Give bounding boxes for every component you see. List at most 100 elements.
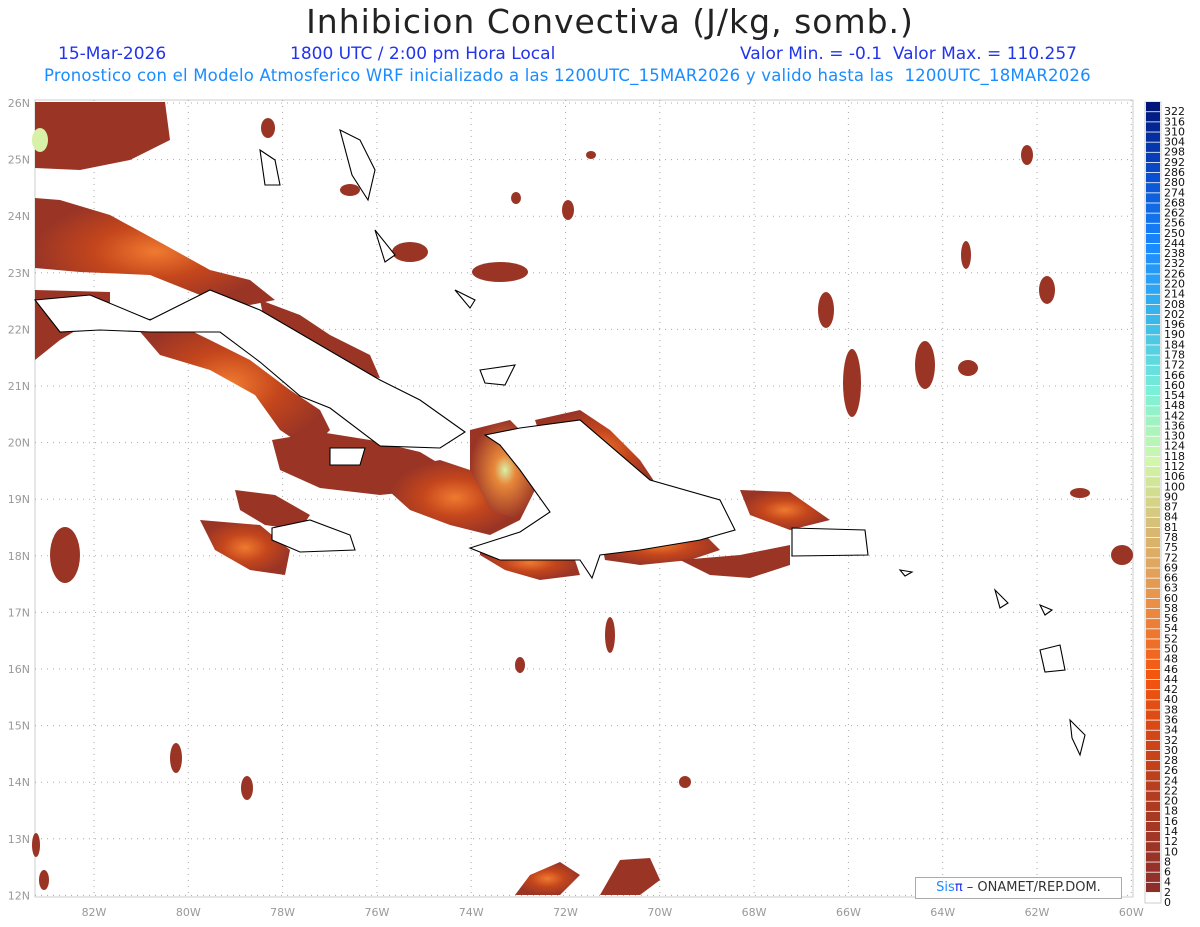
colorbar-swatch: [1146, 112, 1160, 122]
colorbar-swatch: [1146, 416, 1160, 426]
colorbar-swatch: [1146, 254, 1160, 264]
colorbar-swatch: [1146, 568, 1160, 578]
colorbar-swatch: [1146, 203, 1160, 213]
lat-label: 20N: [8, 437, 30, 450]
lon-label: 66W: [836, 906, 861, 919]
colorbar-swatch: [1146, 781, 1160, 791]
forecast-time: 1800 UTC / 2:00 pm Hora Local: [290, 44, 556, 64]
colorbar-swatch: [1146, 233, 1160, 244]
lon-label: 60W: [1119, 906, 1144, 919]
colorbar-swatch: [1146, 730, 1160, 740]
colorbar-swatch: [1146, 740, 1160, 751]
colorbar-swatch: [1146, 365, 1160, 375]
lat-label: 22N: [8, 323, 30, 336]
forecast-date: 15-Mar-2026: [58, 44, 167, 64]
lat-label: 24N: [8, 210, 30, 223]
colorbar-swatch: [1146, 345, 1160, 355]
lon-label: 76W: [364, 906, 389, 919]
colorbar-swatch: [1146, 517, 1160, 528]
lat-label: 25N: [8, 154, 30, 167]
colorbar-swatch: [1146, 152, 1160, 163]
colorbar-swatch: [1146, 537, 1160, 548]
colorbar-swatch: [1146, 679, 1160, 690]
colorbar-swatch: [1146, 811, 1160, 822]
colorbar-swatch: [1146, 193, 1160, 203]
colorbar-label: 0: [1164, 896, 1171, 909]
colorbar-swatch: [1146, 223, 1160, 234]
colorbar-swatch: [1146, 669, 1160, 680]
colorbar-swatch: [1146, 243, 1160, 254]
map-title: Inhibicion Convectiva (J/kg, somb.): [306, 2, 914, 41]
colorbar-swatch: [1146, 578, 1160, 588]
colorbar-legend: 3223163103042982922862802742682622562502…: [1144, 101, 1185, 909]
colorbar-swatch: [1146, 598, 1160, 609]
lat-label: 16N: [8, 663, 30, 676]
colorbar-swatch: [1146, 122, 1160, 132]
lat-label: 15N: [8, 720, 30, 733]
min-max-values: Valor Min. = -0.1 Valor Max. = 110.257: [740, 44, 1077, 64]
colorbar-swatch: [1146, 487, 1160, 497]
colorbar-swatch: [1146, 639, 1160, 649]
lon-label: 74W: [459, 906, 484, 919]
lat-label: 12N: [8, 889, 30, 902]
lon-label: 70W: [647, 906, 672, 919]
lon-label: 80W: [176, 906, 201, 919]
colorbar-swatch: [1146, 304, 1160, 315]
colorbar-swatch: [1146, 882, 1160, 893]
colorbar-swatch: [1146, 172, 1160, 183]
colorbar-swatch: [1146, 335, 1160, 345]
lat-label: 18N: [8, 550, 30, 563]
lon-label: 78W: [270, 906, 295, 919]
colorbar-swatch: [1146, 385, 1160, 396]
colorbar-swatch: [1146, 456, 1160, 467]
colorbar-swatch: [1146, 690, 1160, 700]
lat-label: 21N: [8, 380, 30, 393]
colorbar-swatch: [1146, 132, 1160, 142]
colorbar-swatch: [1146, 314, 1160, 325]
colorbar-swatch: [1146, 102, 1160, 112]
colorbar-swatch: [1146, 274, 1160, 284]
colorbar-swatch: [1146, 750, 1160, 761]
colorbar-swatch: [1146, 183, 1160, 193]
colorbar-swatch: [1146, 548, 1160, 558]
colorbar-swatch: [1146, 832, 1160, 842]
lon-label: 62W: [1025, 906, 1050, 919]
colorbar-swatch: [1146, 162, 1160, 173]
lon-label: 68W: [742, 906, 767, 919]
colorbar-swatch: [1146, 619, 1160, 629]
puerto-rico-outline: [791, 527, 869, 557]
colorbar-swatch: [1146, 629, 1160, 639]
lon-label: 64W: [930, 906, 955, 919]
colorbar-swatch: [1146, 467, 1160, 477]
colorbar-swatch: [1146, 527, 1160, 538]
lon-label: 82W: [82, 906, 107, 919]
colorbar-swatch: [1146, 720, 1160, 730]
colorbar-swatch: [1146, 396, 1160, 406]
lat-label: 14N: [8, 776, 30, 789]
colorbar-swatch: [1146, 852, 1160, 862]
colorbar-swatch: [1146, 588, 1160, 599]
colorbar-swatch: [1146, 375, 1160, 386]
colorbar-swatch: [1146, 558, 1160, 568]
colorbar-swatch: [1146, 284, 1160, 294]
colorbar-swatch: [1146, 497, 1160, 507]
colorbar-swatch: [1146, 213, 1160, 223]
colorbar-swatch: [1146, 801, 1160, 811]
colorbar-swatch: [1146, 710, 1160, 720]
cin-map: 82W 80W 78W 76W 74W 72W 70W 68W 66W 64W 62W 60W 26N 2…: [8, 97, 1185, 919]
colorbar-swatch: [1146, 771, 1160, 781]
colorbar-swatch: [1146, 507, 1160, 517]
colorbar-swatch: [1146, 862, 1160, 872]
lat-label: 23N: [8, 267, 30, 280]
brand-pi: π: [954, 880, 963, 895]
colorbar-swatch: [1146, 325, 1160, 335]
lat-label: 26N: [8, 97, 30, 110]
colorbar-swatch: [1146, 659, 1160, 669]
forecast-subtitle: Pronostico con el Modelo Atmosferico WRF…: [44, 66, 1091, 85]
colorbar-swatch: [1146, 142, 1160, 152]
colorbar-swatch: [1146, 761, 1160, 771]
colorbar-swatch: [1146, 700, 1160, 710]
colorbar-swatch: [1146, 355, 1160, 365]
credit-box: Sisπ – ONAMET/REP.DOM.: [915, 877, 1122, 899]
colorbar-swatch: [1146, 264, 1160, 274]
